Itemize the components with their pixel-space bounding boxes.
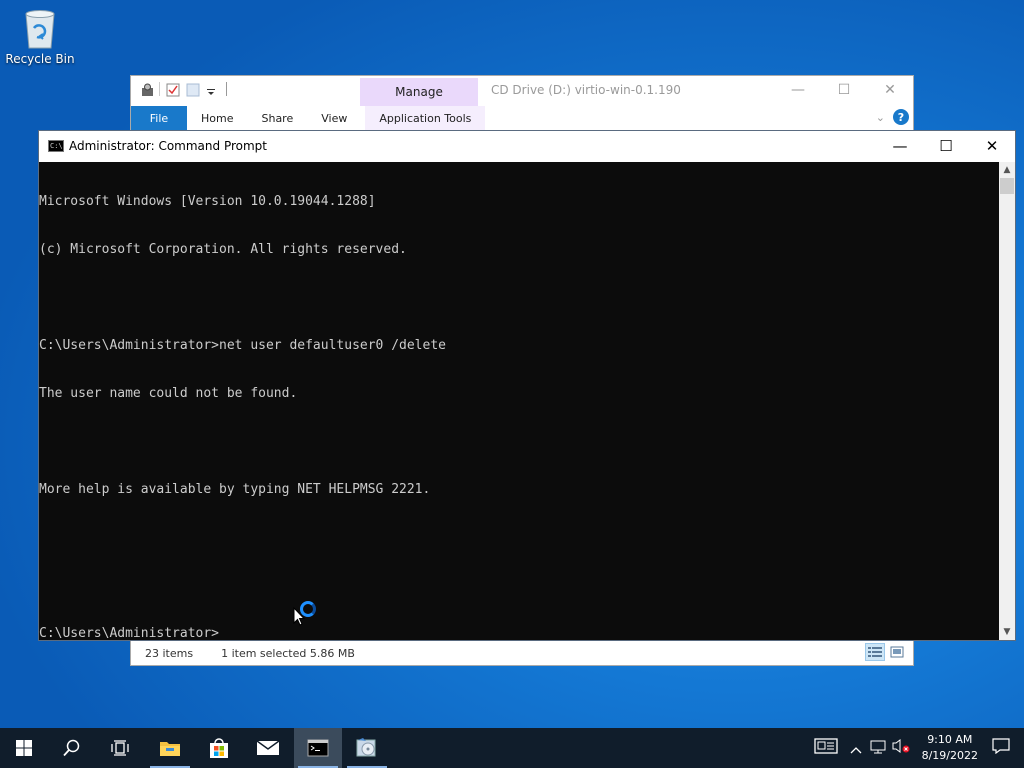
explorer-minimize-button[interactable]: — — [775, 76, 821, 104]
drive-icon[interactable] — [139, 82, 153, 96]
ribbon-tabs: File Home Share View Application Tools — [131, 106, 913, 130]
search-button[interactable] — [48, 728, 96, 768]
taskbar: 9:10 AM 8/19/2022 — [0, 728, 1024, 768]
view-toggle — [865, 643, 907, 661]
help-icon[interactable]: ? — [893, 109, 909, 125]
scroll-up-arrow-icon[interactable]: ▲ — [999, 162, 1015, 178]
explorer-close-button[interactable]: ✕ — [867, 76, 913, 104]
cmd-minimize-button[interactable]: — — [877, 131, 923, 161]
scroll-down-arrow-icon[interactable]: ▼ — [999, 624, 1015, 640]
console-line: More help is available by typing NET HEL… — [39, 482, 431, 497]
command-prompt-icon — [307, 739, 329, 757]
customize-toolbar-icon[interactable] — [206, 82, 220, 96]
item-count: 23 items — [145, 646, 194, 660]
start-button[interactable] — [0, 728, 48, 768]
ribbon-right-controls: ⌄ ? — [876, 109, 909, 125]
cmd-window-controls: — ☐ ✕ — [877, 131, 1015, 161]
console-scrollbar[interactable]: ▲ ▼ — [999, 162, 1015, 640]
expand-ribbon-chevron-icon[interactable]: ⌄ — [876, 111, 885, 124]
properties-icon[interactable] — [166, 82, 180, 97]
explorer-status-bar: 23 items 1 item selected 5.86 MB — [131, 641, 913, 665]
scroll-thumb[interactable] — [1000, 178, 1014, 194]
system-tray: 9:10 AM 8/19/2022 — [813, 728, 1024, 768]
clock-date: 8/19/2022 — [921, 749, 978, 762]
tab-application-tools[interactable]: Application Tools — [365, 106, 486, 130]
task-view-button[interactable] — [96, 728, 144, 768]
command-prompt-window[interactable]: C:\ Administrator: Command Prompt — ☐ ✕ … — [38, 130, 1016, 641]
details-view-icon[interactable] — [865, 643, 885, 661]
command-prompt-icon[interactable]: C:\ — [48, 140, 64, 152]
taskbar-file-explorer[interactable] — [146, 728, 194, 768]
news-and-interests-icon[interactable] — [813, 738, 838, 758]
console-line: The user name could not be found. — [39, 386, 298, 401]
taskbar-command-prompt[interactable] — [294, 728, 342, 768]
explorer-window-title: CD Drive (D:) virtio-win-0.1.190 — [491, 83, 681, 97]
console-line: Microsoft Windows [Version 10.0.19044.12… — [39, 194, 376, 209]
selection-info: 1 item selected 5.86 MB — [221, 646, 355, 660]
console-prompt-line: C:\Users\Administrator> — [39, 626, 220, 640]
clock-time: 9:10 AM — [927, 733, 973, 746]
large-icons-view-icon[interactable] — [887, 643, 907, 661]
console-line: C:\Users\Administrator>net user defaultu… — [39, 338, 446, 353]
taskbar-mail[interactable] — [244, 728, 292, 768]
action-center-icon[interactable] — [992, 738, 1010, 758]
cmd-maximize-button[interactable]: ☐ — [923, 131, 969, 161]
mail-icon — [256, 740, 280, 755]
clock[interactable]: 9:10 AM 8/19/2022 — [922, 732, 978, 764]
console-line: (c) Microsoft Corporation. All rights re… — [39, 242, 407, 257]
tab-manage[interactable]: Manage — [360, 78, 478, 106]
folder-icon — [160, 742, 180, 756]
windows-logo-icon — [16, 740, 32, 756]
explorer-window-controls: — ☐ ✕ — [775, 76, 913, 104]
network-icon[interactable] — [870, 739, 886, 758]
mouse-pointer-icon — [293, 607, 305, 626]
search-icon — [63, 739, 80, 757]
tab-view[interactable]: View — [307, 106, 361, 130]
tab-share[interactable]: Share — [247, 106, 307, 130]
explorer-title-bar[interactable]: Manage CD Drive (D:) virtio-win-0.1.190 … — [131, 76, 913, 106]
cmd-window-title: Administrator: Command Prompt — [69, 139, 267, 153]
quick-access-toolbar — [139, 82, 227, 97]
recycle-bin-shortcut[interactable]: Recycle Bin — [4, 6, 76, 66]
taskbar-microsoft-store[interactable] — [195, 728, 243, 768]
installer-icon — [356, 738, 376, 757]
tab-home[interactable]: Home — [187, 106, 247, 130]
new-folder-icon[interactable] — [186, 82, 200, 97]
tab-file[interactable]: File — [131, 106, 187, 130]
recycle-bin-icon — [20, 6, 60, 50]
show-hidden-icons-chevron-icon[interactable] — [850, 739, 862, 758]
taskbar-installer-app[interactable] — [343, 728, 391, 768]
task-view-icon — [111, 740, 129, 756]
volume-muted-icon[interactable] — [892, 738, 910, 758]
console-output[interactable]: Microsoft Windows [Version 10.0.19044.12… — [39, 162, 1000, 640]
recycle-bin-label: Recycle Bin — [5, 52, 75, 66]
cmd-close-button[interactable]: ✕ — [969, 131, 1015, 161]
explorer-maximize-button[interactable]: ☐ — [821, 76, 867, 104]
cmd-title-bar[interactable]: C:\ Administrator: Command Prompt — ☐ ✕ — [39, 131, 1015, 162]
store-icon — [210, 738, 228, 758]
